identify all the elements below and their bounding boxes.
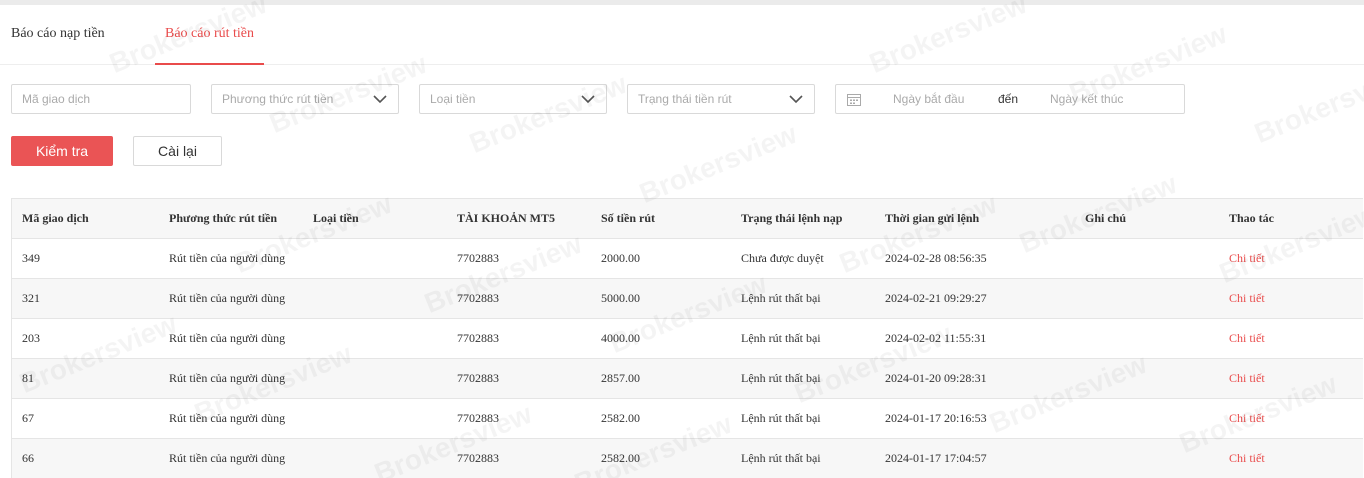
cell-amount: 2582.00	[601, 451, 640, 465]
table-row: 203 Rút tiền của người dùng 7702883 4000…	[12, 319, 1363, 359]
cell-transaction-id: 67	[22, 411, 34, 425]
date-range-separator: đến	[998, 92, 1019, 106]
table-row: 67 Rút tiền của người dùng 7702883 2582.…	[12, 399, 1363, 439]
detail-link[interactable]: Chi tiết	[1229, 359, 1265, 399]
withdraw-method-select[interactable]: Phương thức rút tiền	[211, 84, 399, 114]
cell-status: Lệnh rút thất bại	[741, 411, 821, 425]
cell-withdraw-method: Rút tiền của người dùng	[169, 371, 286, 385]
cell-amount: 2000.00	[601, 251, 640, 265]
cell-transaction-id: 203	[22, 331, 40, 345]
cell-withdraw-method: Rút tiền của người dùng	[169, 451, 286, 465]
header-transaction-id: Mã giao dịch	[22, 211, 89, 225]
cell-amount: 2582.00	[601, 411, 640, 425]
cell-withdraw-method: Rút tiền của người dùng	[169, 331, 286, 345]
cell-submit-time: 2024-01-17 17:04:57	[885, 451, 987, 465]
table-row: 349 Rút tiền của người dùng 7702883 2000…	[12, 239, 1363, 279]
tab-deposit-report[interactable]: Báo cáo nạp tiền	[11, 5, 105, 65]
header-submit-time: Thời gian gửi lệnh	[885, 211, 980, 225]
table-header: Mã giao dịch Phương thức rút tiền Loại t…	[12, 199, 1363, 239]
tab-withdraw-report[interactable]: Báo cáo rút tiền	[155, 5, 264, 65]
cell-submit-time: 2024-01-17 20:16:53	[885, 411, 987, 425]
watermark: Brokersview	[635, 118, 801, 210]
end-date-input[interactable]: Ngày kết thúc	[1050, 85, 1123, 113]
watermark: Brokersview	[465, 68, 631, 160]
cell-mt5-account: 7702883	[457, 331, 499, 345]
detail-link[interactable]: Chi tiết	[1229, 239, 1265, 279]
withdraw-report-table: Mã giao dịch Phương thức rút tiền Loại t…	[11, 198, 1363, 478]
cell-mt5-account: 7702883	[457, 371, 499, 385]
cell-amount: 5000.00	[601, 291, 640, 305]
currency-type-placeholder: Loại tiền	[430, 92, 476, 106]
transaction-id-field[interactable]	[11, 84, 191, 114]
report-tabs: Báo cáo nạp tiền Báo cáo rút tiền	[0, 5, 1364, 65]
cell-withdraw-method: Rút tiền của người dùng	[169, 411, 286, 425]
chevron-down-icon	[789, 95, 803, 104]
cell-mt5-account: 7702883	[457, 251, 499, 265]
detail-link[interactable]: Chi tiết	[1229, 399, 1265, 439]
cell-mt5-account: 7702883	[457, 291, 499, 305]
withdraw-method-placeholder: Phương thức rút tiền	[222, 92, 334, 106]
currency-type-select[interactable]: Loại tiền	[419, 84, 607, 114]
header-note: Ghi chú	[1085, 211, 1127, 225]
detail-link[interactable]: Chi tiết	[1229, 279, 1265, 319]
transaction-id-input[interactable]	[12, 85, 190, 113]
withdraw-status-select[interactable]: Trạng thái tiền rút	[627, 84, 815, 114]
calendar-icon	[847, 94, 861, 106]
reset-button[interactable]: Cài lại	[133, 136, 222, 166]
cell-transaction-id: 81	[22, 371, 34, 385]
cell-withdraw-method: Rút tiền của người dùng	[169, 251, 286, 265]
date-range-picker[interactable]: Ngày bắt đầu đến Ngày kết thúc	[835, 84, 1185, 114]
cell-amount: 2857.00	[601, 371, 640, 385]
chevron-down-icon	[581, 95, 595, 104]
cell-withdraw-method: Rút tiền của người dùng	[169, 291, 286, 305]
table-row: 66 Rút tiền của người dùng 7702883 2582.…	[12, 439, 1363, 478]
header-mt5-account: TÀI KHOẢN MT5	[457, 211, 556, 225]
withdraw-status-placeholder: Trạng thái tiền rút	[638, 92, 732, 106]
header-status: Trạng thái lệnh nạp	[741, 211, 843, 225]
cell-submit-time: 2024-01-20 09:28:31	[885, 371, 987, 385]
cell-status: Lệnh rút thất bại	[741, 291, 821, 305]
header-amount: Số tiền rút	[601, 211, 655, 225]
start-date-input[interactable]: Ngày bắt đầu	[893, 85, 964, 113]
cell-submit-time: 2024-02-28 08:56:35	[885, 251, 987, 265]
cell-status: Chưa được duyệt	[741, 251, 824, 265]
header-currency: Loại tiền	[313, 211, 359, 225]
cell-mt5-account: 7702883	[457, 411, 499, 425]
cell-submit-time: 2024-02-21 09:29:27	[885, 291, 987, 305]
cell-status: Lệnh rút thất bại	[741, 371, 821, 385]
table-row: 321 Rút tiền của người dùng 7702883 5000…	[12, 279, 1363, 319]
cell-status: Lệnh rút thất bại	[741, 331, 821, 345]
cell-transaction-id: 66	[22, 451, 34, 465]
table-row: 81 Rút tiền của người dùng 7702883 2857.…	[12, 359, 1363, 399]
detail-link[interactable]: Chi tiết	[1229, 439, 1265, 478]
cell-submit-time: 2024-02-02 11:55:31	[885, 331, 987, 345]
check-button[interactable]: Kiểm tra	[11, 136, 113, 166]
chevron-down-icon	[373, 95, 387, 104]
cell-transaction-id: 349	[22, 251, 40, 265]
header-actions: Thao tác	[1229, 211, 1274, 225]
header-withdraw-method: Phương thức rút tiền	[169, 211, 278, 225]
cell-status: Lệnh rút thất bại	[741, 451, 821, 465]
cell-mt5-account: 7702883	[457, 451, 499, 465]
cell-amount: 4000.00	[601, 331, 640, 345]
cell-transaction-id: 321	[22, 291, 40, 305]
watermark: Brokersview	[1250, 58, 1364, 150]
detail-link[interactable]: Chi tiết	[1229, 319, 1265, 359]
